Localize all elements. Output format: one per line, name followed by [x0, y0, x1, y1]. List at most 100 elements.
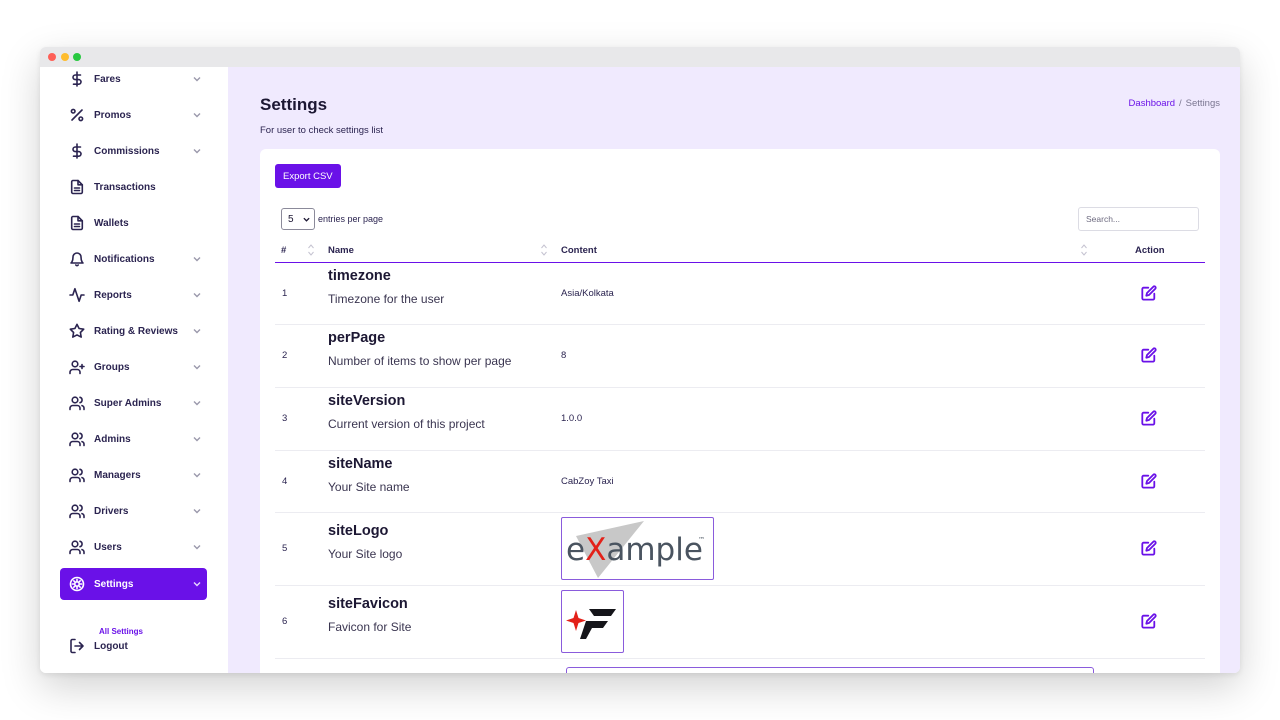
search-input[interactable]: Search...: [1078, 207, 1199, 231]
chevron-down-icon: [187, 327, 207, 335]
content-textarea[interactable]: [566, 667, 1094, 673]
sidebar-item-label: Promos: [94, 109, 132, 121]
setting-name-cell: siteVersion Current version of this proj…: [328, 393, 485, 431]
setting-description: Your Site name: [328, 480, 410, 494]
chevron-down-icon: [187, 543, 207, 551]
table-row: 5 siteLogo Your Site logo eXample ™: [275, 513, 1205, 586]
sidebar-item-label: Super Admins: [94, 397, 162, 409]
sidebar-item-label: Notifications: [94, 253, 155, 265]
table-row: 6 siteFavicon Favicon for Site: [275, 586, 1205, 659]
sort-icon[interactable]: [308, 243, 314, 257]
breadcrumb-dashboard-link[interactable]: Dashboard: [1129, 98, 1175, 109]
edit-button[interactable]: [1141, 613, 1159, 631]
sidebar-item-drivers[interactable]: Drivers: [60, 495, 207, 527]
window-titlebar: [40, 47, 1240, 67]
sidebar-item-commissions[interactable]: Commissions: [60, 135, 207, 167]
sidebar-item-logout[interactable]: Logout: [60, 630, 207, 662]
sidebar-item-label: Drivers: [94, 505, 129, 517]
sidebar-item-label: Managers: [94, 469, 141, 481]
breadcrumb: Dashboard / Settings: [1129, 98, 1220, 109]
table-row: 2 perPage Number of items to show per pa…: [275, 325, 1205, 388]
page-subtitle: For user to check settings list: [260, 125, 384, 136]
sidebar-item-users[interactable]: Users: [60, 531, 207, 563]
sidebar-item-transactions[interactable]: Transactions: [60, 171, 207, 203]
setting-content: CabZoy Taxi: [561, 476, 614, 487]
chevron-down-icon: [187, 399, 207, 407]
close-window-button[interactable]: [48, 53, 56, 61]
users-icon: [60, 467, 94, 483]
sidebar-item-fares[interactable]: Fares: [60, 63, 207, 95]
setting-key: timezone: [328, 268, 391, 284]
edit-icon: [1141, 613, 1157, 629]
export-csv-button[interactable]: Export CSV: [275, 164, 341, 188]
edit-button[interactable]: [1141, 347, 1159, 365]
user-plus-icon: [60, 359, 94, 375]
svg-text:™: ™: [698, 536, 705, 544]
sidebar-item-label: Users: [94, 541, 122, 553]
edit-icon: [1141, 347, 1157, 363]
bell-icon: [60, 251, 94, 267]
dollar-icon: [60, 143, 94, 159]
users-icon: [60, 431, 94, 447]
edit-button[interactable]: [1141, 540, 1159, 558]
dollar-icon: [60, 71, 94, 87]
maximize-window-button[interactable]: [73, 53, 81, 61]
chevron-down-icon: [187, 507, 207, 515]
sidebar-item-reports[interactable]: Reports: [60, 279, 207, 311]
chevron-down-icon: [187, 435, 207, 443]
setting-content: Asia/Kolkata: [561, 288, 614, 299]
browser-window: Fares Promos Commissions Transactions Wa…: [40, 47, 1240, 673]
per-page-select[interactable]: 5: [281, 208, 315, 230]
row-number: 3: [282, 413, 288, 424]
minimize-window-button[interactable]: [61, 53, 69, 61]
chevron-down-icon: [187, 147, 207, 155]
sidebar: Fares Promos Commissions Transactions Wa…: [40, 67, 228, 673]
file-icon: [60, 215, 94, 231]
edit-icon: [1141, 410, 1157, 426]
chevron-down-icon: [187, 471, 207, 479]
setting-content: 1.0.0: [561, 413, 583, 424]
sort-icon[interactable]: [1081, 243, 1087, 257]
sidebar-item-wallets[interactable]: Wallets: [60, 207, 207, 239]
sidebar-item-notifications[interactable]: Notifications: [60, 243, 207, 275]
activity-icon: [60, 287, 94, 303]
edit-button[interactable]: [1141, 410, 1159, 428]
column-header-action: Action: [1135, 244, 1165, 256]
row-number: 5: [282, 543, 288, 554]
setting-content: 8: [561, 350, 567, 361]
setting-description: Number of items to show per page: [328, 354, 512, 368]
row-number: 4: [282, 476, 288, 487]
edit-icon: [1141, 540, 1157, 556]
sidebar-item-settings[interactable]: Settings: [60, 568, 207, 600]
column-header-name[interactable]: Name: [328, 239, 354, 261]
sidebar-item-rating-reviews[interactable]: Rating & Reviews: [60, 315, 207, 347]
sidebar-item-label: Commissions: [94, 145, 160, 157]
row-number: 1: [282, 288, 288, 299]
sidebar-item-admins[interactable]: Admins: [60, 423, 207, 455]
setting-key: siteFavicon: [328, 596, 408, 612]
setting-key: siteLogo: [328, 523, 389, 539]
sidebar-item-label: Reports: [94, 289, 132, 301]
sidebar-item-label: Groups: [94, 361, 130, 373]
main-content: Settings For user to check settings list…: [228, 67, 1240, 673]
file-icon: [60, 179, 94, 195]
column-header-content[interactable]: Content: [561, 239, 597, 261]
svg-text:eXample: eXample: [566, 532, 703, 568]
edit-button[interactable]: [1141, 285, 1159, 303]
sidebar-item-super-admins[interactable]: Super Admins: [60, 387, 207, 419]
column-header-number[interactable]: #: [281, 239, 286, 261]
settings-card: Export CSV 5 entries per page Search... …: [260, 149, 1220, 673]
setting-key: siteVersion: [328, 393, 406, 409]
table-row: 3 siteVersion Current version of this pr…: [275, 388, 1205, 451]
setting-name-cell: siteFavicon Favicon for Site: [328, 596, 411, 634]
breadcrumb-separator: /: [1179, 98, 1182, 109]
sidebar-item-promos[interactable]: Promos: [60, 99, 207, 131]
sort-icon[interactable]: [541, 243, 547, 257]
setting-description: Timezone for the user: [328, 292, 445, 306]
sidebar-item-groups[interactable]: Groups: [60, 351, 207, 383]
chevron-down-icon: [187, 255, 207, 263]
sidebar-item-managers[interactable]: Managers: [60, 459, 207, 491]
edit-button[interactable]: [1141, 473, 1159, 491]
setting-name-cell: perPage Number of items to show per page: [328, 330, 511, 368]
setting-description: Favicon for Site: [328, 620, 412, 634]
